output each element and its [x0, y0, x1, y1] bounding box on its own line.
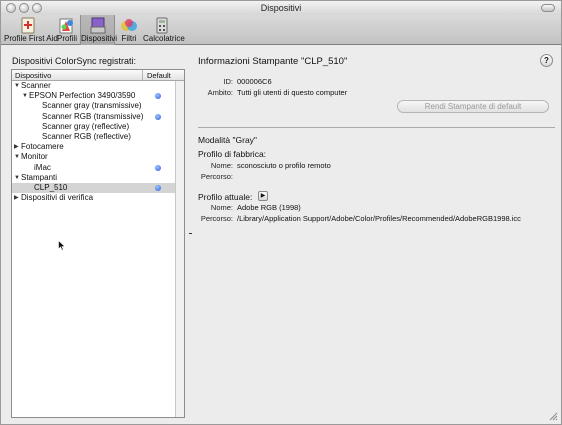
window-title: Dispositivi: [260, 3, 302, 13]
device-row-label: Scanner gray (reflective): [42, 121, 130, 131]
column-header-default[interactable]: Default: [142, 70, 174, 81]
device-row-label: Dispositivi di verifica: [21, 193, 94, 203]
close-window-button[interactable]: [6, 3, 16, 13]
list-header: Dispositivo Default: [12, 70, 184, 81]
profiles-icon: [59, 18, 73, 34]
toolbar: Profile First Aid Profili Dispositivi Fi…: [1, 15, 561, 45]
default-indicator-icon[interactable]: [155, 164, 161, 171]
toolbar-label: Filtri: [121, 34, 137, 43]
first-aid-icon: [21, 17, 35, 34]
factory-name-label: Nome:: [210, 161, 233, 170]
device-rows: ▼ Scanner ▼ EPSON Perfection 3490/3590 Scann…: [12, 81, 175, 203]
current-name-label: Nome:: [210, 203, 233, 212]
toolbar-label: Calcolatrice: [143, 34, 185, 43]
disclosure-collapsed-icon[interactable]: ▶: [14, 193, 19, 203]
scope-label: Ambito:: [207, 88, 233, 97]
device-row[interactable]: ▶ Dispositivi di verifica: [12, 193, 175, 203]
disclosure-expanded-icon[interactable]: ▼: [14, 173, 20, 183]
window: Dispositivi Profile First Aid Profili Di…: [0, 0, 562, 425]
divider: [198, 127, 555, 128]
toolbar-profile-first-aid[interactable]: Profile First Aid: [4, 15, 58, 45]
device-row[interactable]: Scanner gray (transmissive): [12, 101, 175, 111]
toolbar-calcolatrice[interactable]: Calcolatrice: [143, 15, 185, 45]
current-profile-heading: Profilo attuale:: [198, 192, 253, 202]
device-row[interactable]: Scanner RGB (transmissive): [12, 112, 175, 122]
help-button[interactable]: ?: [540, 54, 553, 67]
toolbar-filtri[interactable]: Filtri: [118, 15, 140, 45]
minimize-window-button[interactable]: [19, 3, 29, 13]
devices-icon: [90, 17, 105, 34]
device-row-label: Monitor: [21, 152, 48, 162]
disclosure-collapsed-icon[interactable]: ▶: [14, 142, 19, 152]
toolbar-label: Dispositivi: [81, 34, 118, 43]
device-row-label: EPSON Perfection 3490/3590: [29, 91, 136, 101]
toolbar-toggle-button[interactable]: [541, 4, 555, 12]
device-row-label: CLP_510: [34, 182, 68, 192]
disclosure-expanded-icon[interactable]: ▼: [14, 81, 20, 91]
device-row[interactable]: ▼ EPSON Perfection 3490/3590: [12, 91, 175, 101]
device-row-label: iMac: [34, 162, 51, 172]
printer-info-title: Informazioni Stampante "CLP_510": [198, 56, 348, 67]
device-row-label: Fotocamere: [21, 142, 64, 152]
title-bar: Dispositivi: [1, 1, 561, 15]
zoom-window-button[interactable]: [32, 3, 42, 13]
filters-icon: [121, 19, 137, 31]
current-name-value: Adobe RGB (1998): [237, 203, 301, 212]
devices-heading: Dispositivi ColorSync registrati:: [12, 56, 137, 66]
split-view-handle[interactable]: [189, 233, 192, 234]
id-label: ID:: [223, 77, 233, 86]
device-row[interactable]: iMac: [12, 163, 175, 173]
toolbar-profili[interactable]: Profili: [56, 15, 78, 45]
disclosure-expanded-icon[interactable]: ▼: [22, 91, 28, 101]
default-indicator-icon[interactable]: [155, 93, 161, 100]
default-indicator-icon[interactable]: [155, 113, 161, 120]
device-row[interactable]: ▶ Fotocamere: [12, 142, 175, 152]
device-row-label: Scanner RGB (transmissive): [42, 111, 144, 121]
factory-name-value: sconosciuto o profilo remoto: [237, 161, 331, 170]
current-path-label: Percorso:: [200, 214, 233, 223]
mouse-pointer-icon: [58, 240, 66, 251]
calculator-icon: [156, 17, 168, 34]
column-header-device[interactable]: Dispositivo: [15, 70, 51, 81]
mode-title: Modalità "Gray": [198, 135, 257, 145]
factory-profile-heading: Profilo di fabbrica:: [198, 149, 267, 159]
profile-popup-button[interactable]: ▶: [258, 191, 268, 201]
device-row[interactable]: Scanner RGB (reflective): [12, 132, 175, 142]
device-row[interactable]: CLP_510: [12, 182, 175, 194]
scope-value: Tutti gli utenti di questo computer: [237, 88, 348, 97]
list-scrollbar[interactable]: [175, 81, 184, 417]
device-row[interactable]: ▼ Monitor: [12, 152, 175, 162]
device-row-label: Scanner RGB (reflective): [42, 131, 131, 141]
device-row[interactable]: Scanner gray (reflective): [12, 122, 175, 132]
factory-path-label: Percorso:: [200, 172, 233, 181]
device-row-label: Stampanti: [21, 172, 58, 182]
device-row[interactable]: ▼ Scanner: [12, 81, 175, 91]
toolbar-label: Profile First Aid: [4, 34, 58, 43]
resize-grip-icon[interactable]: [549, 412, 558, 421]
device-row-label: Scanner gray (transmissive): [42, 101, 142, 111]
id-value: 000006C6: [237, 77, 272, 86]
device-list[interactable]: Dispositivo Default ▼ Scanner ▼ EPSON Perfe…: [11, 69, 185, 418]
device-row-label: Scanner: [21, 81, 51, 90]
current-path-value: /Library/Application Support/Adobe/Color…: [237, 214, 521, 223]
make-default-printer-button[interactable]: Rendi Stampante di default: [397, 100, 549, 113]
disclosure-expanded-icon[interactable]: ▼: [14, 152, 20, 162]
toolbar-dispositivi[interactable]: Dispositivi: [80, 15, 118, 45]
default-indicator-icon[interactable]: [155, 184, 161, 191]
device-row[interactable]: ▼ Stampanti: [12, 173, 175, 183]
toolbar-label: Profili: [56, 34, 77, 43]
